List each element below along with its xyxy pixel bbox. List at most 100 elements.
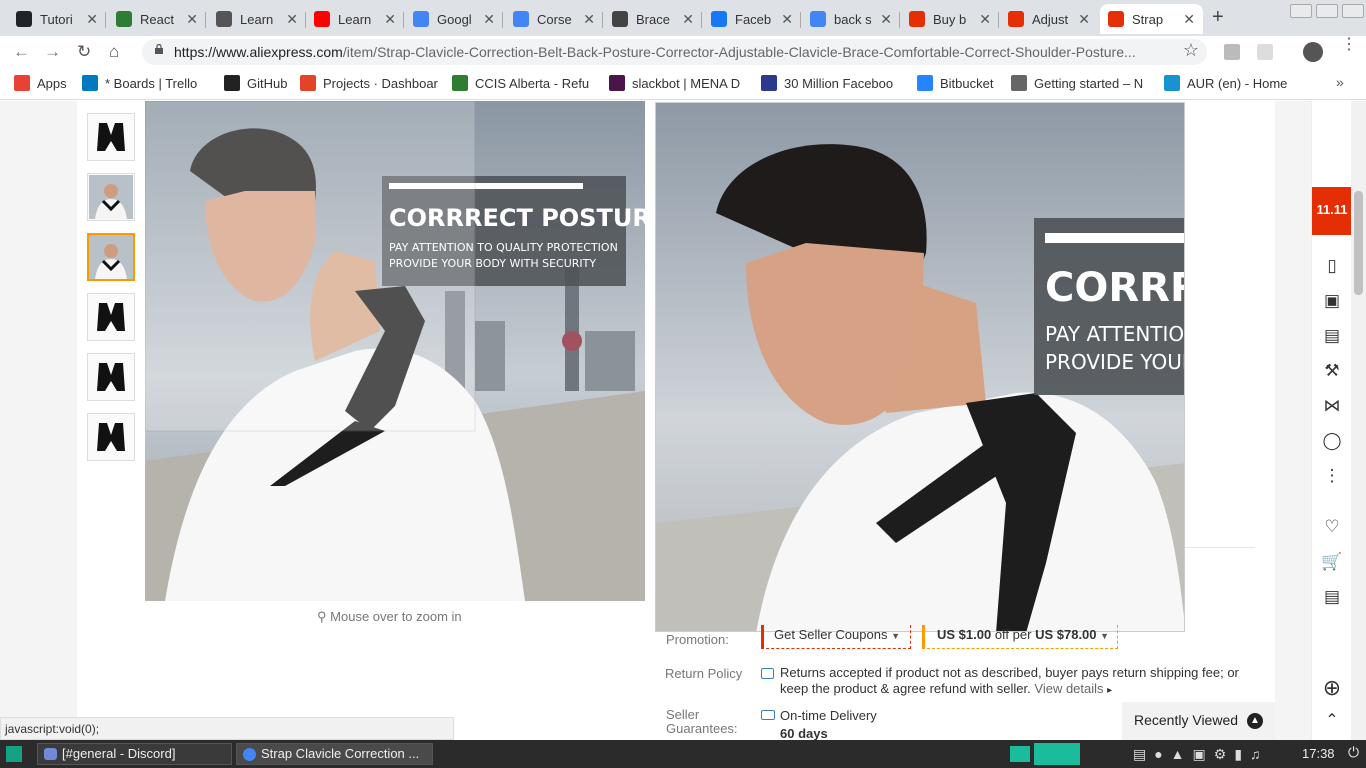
close-tab-icon[interactable]: ✕	[186, 11, 198, 28]
tab[interactable]: Brace ✕	[604, 4, 702, 34]
tab[interactable]: Strap ✕	[1100, 4, 1203, 34]
address-bar[interactable]: https://www.aliexpress.com/item/Strap-Cl…	[142, 39, 1207, 65]
navigation-bar: ← → ↻ ⌂ https://www.aliexpress.com/item/…	[0, 36, 1366, 68]
sale-logo-icon[interactable]: 11.11	[1312, 187, 1352, 235]
close-tab-icon[interactable]: ✕	[979, 11, 991, 28]
minimize-button[interactable]	[1290, 4, 1312, 18]
favicon-icon	[1108, 11, 1124, 27]
bookmark-item[interactable]: Bitbucket	[917, 75, 997, 91]
discount-dropdown[interactable]: US $1.00 off per US $78.00 ▼	[922, 625, 1118, 649]
product-thumbnail[interactable]	[87, 233, 135, 281]
taskbar-item-chrome[interactable]: Strap Clavicle Correction ...	[236, 743, 433, 765]
product-thumbnail[interactable]	[87, 413, 135, 461]
more-icon[interactable]: ⋮	[1321, 466, 1343, 488]
product-thumbnail[interactable]	[87, 173, 135, 221]
forward-icon[interactable]: →	[44, 42, 61, 62]
scroll-top-icon[interactable]: ⌃	[1321, 710, 1343, 732]
close-tab-icon[interactable]: ✕	[781, 11, 793, 28]
sofa-icon[interactable]: ▤	[1321, 326, 1343, 348]
power-icon[interactable]: ⏻	[1348, 744, 1359, 761]
guarantee-info: On-time Delivery 60 days	[780, 708, 877, 740]
bookmark-icon	[300, 75, 316, 91]
view-details-link[interactable]: View details	[1034, 681, 1103, 696]
system-tray[interactable]: ▤●▲▣⚙▮♫	[1133, 746, 1283, 762]
taskbar-item-discord[interactable]: [#general - Discord]	[37, 743, 232, 765]
back-icon[interactable]: ←	[13, 42, 30, 62]
bookmark-item[interactable]: Apps	[14, 75, 74, 91]
close-tab-icon[interactable]: ✕	[1078, 11, 1090, 28]
zoom-banner-title: CORRREC	[1045, 265, 1185, 311]
seller-guarantees-label: Seller Guarantees:	[666, 707, 738, 736]
tab[interactable]: back s ✕	[802, 4, 900, 34]
tab-title: Adjust	[1032, 11, 1069, 27]
promotion-label: Promotion:	[666, 632, 729, 647]
bulb-icon[interactable]: ◯	[1321, 431, 1343, 453]
bookmark-item[interactable]: CCIS Alberta - Refu	[452, 75, 597, 91]
close-tab-icon[interactable]: ✕	[384, 11, 396, 28]
page-scrollbar[interactable]	[1351, 101, 1366, 740]
bookmark-icon	[609, 75, 625, 91]
close-tab-icon[interactable]: ✕	[86, 11, 98, 28]
product-thumbnail[interactable]	[87, 353, 135, 401]
close-tab-icon[interactable]: ✕	[1183, 11, 1195, 28]
dress-icon[interactable]: ⋈	[1321, 396, 1343, 418]
tray-icon[interactable]	[1010, 746, 1030, 762]
tab[interactable]: Buy b ✕	[901, 4, 999, 34]
extension-icon[interactable]	[1257, 44, 1273, 60]
bookmark-item[interactable]: GitHub	[224, 75, 290, 91]
tab[interactable]: Tutori ✕	[8, 4, 106, 34]
discord-icon	[44, 748, 57, 760]
bookmark-item[interactable]: slackbot | MENA D	[609, 75, 749, 91]
tab-title: Faceb	[735, 11, 772, 27]
close-tab-icon[interactable]: ✕	[286, 11, 298, 28]
tab-title: Buy b	[933, 11, 967, 27]
close-tab-icon[interactable]: ✕	[682, 11, 694, 28]
close-tab-icon[interactable]: ✕	[880, 11, 892, 28]
clipboard-icon[interactable]: ▤	[1321, 587, 1343, 609]
product-thumbnail[interactable]	[87, 113, 135, 161]
menu-icon[interactable]: ⋮	[1341, 37, 1357, 53]
camera-icon[interactable]: ▣	[1321, 291, 1343, 313]
close-window-button[interactable]	[1342, 4, 1364, 18]
product-main-image[interactable]: CORRRECT POSTURE PAY ATTENTION TO QUALIT…	[145, 101, 645, 601]
page-viewport: CORRRECT POSTURE PAY ATTENTION TO QUALIT…	[0, 101, 1311, 740]
maximize-button[interactable]	[1316, 4, 1338, 18]
close-tab-icon[interactable]: ✕	[483, 11, 495, 28]
cart-icon[interactable]: 🛒	[1321, 552, 1343, 574]
bookmark-item[interactable]: AUR (en) - Home	[1164, 75, 1299, 91]
reload-icon[interactable]: ↻	[77, 42, 91, 62]
bookmark-item[interactable]: 30 Million Faceboo	[761, 75, 906, 91]
tab[interactable]: Corse ✕	[505, 4, 603, 34]
extension-icon[interactable]	[1224, 44, 1240, 60]
bookmark-icon	[452, 75, 468, 91]
bookmark-icon	[14, 75, 30, 91]
tab[interactable]: Adjust ✕	[1000, 4, 1098, 34]
new-tab-button[interactable]: +	[1212, 6, 1224, 29]
add-icon[interactable]: ⊕	[1321, 675, 1343, 700]
favicon-icon	[612, 11, 628, 27]
product-thumbnail[interactable]	[87, 293, 135, 341]
start-menu-icon[interactable]	[6, 746, 22, 762]
wishlist-heart-icon[interactable]: ♡	[1321, 517, 1343, 539]
tab[interactable]: Learn ✕	[208, 4, 306, 34]
home-icon[interactable]: ⌂	[109, 42, 119, 62]
bookmark-item[interactable]: * Boards | Trello	[82, 75, 208, 91]
workspace-indicator[interactable]	[1034, 743, 1080, 765]
bookmark-star-icon[interactable]: ☆	[1183, 40, 1199, 61]
more-bookmarks-icon[interactable]: »	[1336, 74, 1344, 90]
profile-avatar[interactable]	[1303, 42, 1323, 62]
tab[interactable]: Learn ✕	[306, 4, 404, 34]
zoom-banner-line-1: PAY ATTENTION T	[1045, 322, 1185, 346]
seller-coupons-button[interactable]: Get Seller Coupons ▼	[761, 625, 911, 649]
bookmark-icon	[1011, 75, 1027, 91]
zoom-banner-line-2: PROVIDE YOUR BO	[1045, 350, 1185, 374]
recently-viewed-button[interactable]: Recently Viewed ▲	[1122, 702, 1275, 740]
tab[interactable]: Googl ✕	[405, 4, 503, 34]
bookmark-item[interactable]: Projects · Dashboar	[300, 75, 440, 91]
bookmark-item[interactable]: Getting started – N	[1011, 75, 1151, 91]
close-tab-icon[interactable]: ✕	[583, 11, 595, 28]
mobile-icon[interactable]: ▯	[1321, 256, 1343, 278]
tab[interactable]: Faceb ✕	[703, 4, 801, 34]
drill-icon[interactable]: ⚒	[1321, 361, 1343, 383]
tab[interactable]: React ✕	[108, 4, 206, 34]
